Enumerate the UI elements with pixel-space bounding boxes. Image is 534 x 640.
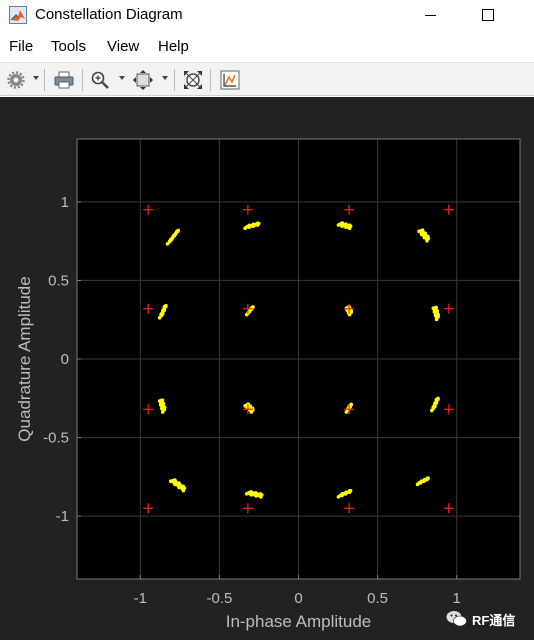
y-tick-label: 0.5: [48, 272, 69, 289]
zoom-dropdown-icon[interactable]: [119, 76, 125, 80]
y-tick-label: 0: [61, 351, 69, 368]
y-tick-label: -0.5: [43, 430, 69, 447]
maximize-button[interactable]: [466, 0, 510, 30]
maximize-icon: [482, 9, 494, 21]
received-symbol-dot: [181, 488, 186, 493]
menu-help[interactable]: Help: [158, 38, 189, 55]
measurements-icon: [220, 70, 240, 90]
received-symbol-dot: [259, 495, 263, 499]
menu-file[interactable]: File: [9, 38, 33, 55]
toolbar: [0, 62, 534, 96]
title-bar: Constellation Diagram: [0, 0, 534, 32]
matlab-logo-icon: [9, 6, 27, 24]
menu-tools[interactable]: Tools: [51, 38, 86, 55]
x-tick-label: 0: [294, 590, 302, 607]
x-tick-label: 0.5: [367, 590, 388, 607]
zoom-in-icon: [91, 71, 109, 89]
toolbar-separator: [174, 69, 175, 91]
x-tick-label: -1: [134, 590, 147, 607]
minimize-button[interactable]: [408, 0, 452, 30]
watermark: RF通信: [446, 608, 515, 630]
print-button[interactable]: [52, 68, 76, 92]
received-symbol-dot: [434, 317, 439, 322]
x-tick-labels: -1 -0.5 0 0.5 1: [134, 590, 461, 607]
scale-axes-icon: [184, 71, 202, 89]
received-symbol-dot: [175, 229, 179, 234]
toolbar-separator: [210, 69, 211, 91]
watermark-text: RF通信: [472, 612, 516, 628]
y-tick-labels: -1 -0.5 0 0.5 1: [43, 194, 69, 525]
zoom-extents-dropdown-icon[interactable]: [162, 76, 168, 80]
received-symbol-dot: [255, 223, 260, 227]
zoom-in-button[interactable]: [88, 68, 112, 92]
received-symbol-dot: [249, 410, 254, 414]
minimize-icon: [424, 14, 436, 16]
constellation-plot[interactable]: -1 -0.5 0 0.5 1 -1 -0.5 0 0.5 1 In-phase Amplitu…: [0, 97, 534, 640]
window-title: Constellation Diagram: [35, 6, 183, 23]
received-symbol-dot: [161, 410, 165, 414]
x-tick-label: 1: [453, 590, 461, 607]
received-symbol-dot: [347, 490, 352, 495]
settings-button[interactable]: [4, 68, 28, 92]
toolbar-separator: [82, 69, 83, 91]
y-axis-label: Quadrature Amplitude: [15, 276, 34, 441]
x-axis-label: In-phase Amplitude: [226, 612, 372, 631]
printer-icon: [54, 71, 74, 89]
menu-view[interactable]: View: [107, 38, 139, 55]
received-symbol-dot: [425, 477, 429, 482]
received-symbol-dot: [347, 226, 352, 230]
received-symbol-dot: [425, 238, 429, 243]
scale-axes-button[interactable]: [181, 68, 205, 92]
measurements-button[interactable]: [218, 68, 242, 92]
toolbar-separator: [44, 69, 45, 91]
figure-area: -1 -0.5 0 0.5 1 -1 -0.5 0 0.5 1 In-phase Amplitu…: [0, 97, 534, 640]
settings-dropdown-icon[interactable]: [33, 76, 39, 80]
y-tick-label: -1: [56, 508, 69, 525]
zoom-extents-icon: [133, 70, 153, 90]
y-tick-label: 1: [61, 194, 69, 211]
wechat-logo-icon: [446, 611, 467, 627]
zoom-extents-button[interactable]: [131, 68, 155, 92]
received-symbol-dot: [162, 304, 167, 309]
received-symbol-dot: [434, 397, 439, 402]
gear-icon: [7, 71, 25, 89]
menu-bar: File Tools View Help: [0, 34, 534, 60]
x-tick-label: -0.5: [206, 590, 232, 607]
